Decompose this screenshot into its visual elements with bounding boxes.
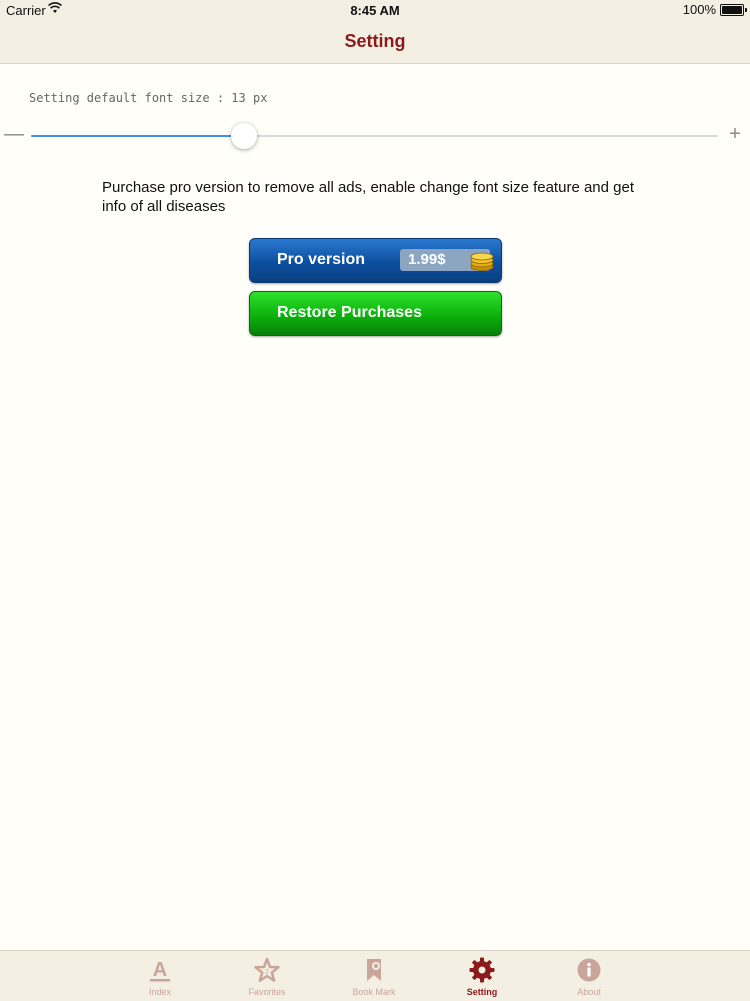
price-badge: 1.99$ (400, 249, 494, 271)
increase-icon[interactable]: + (725, 124, 745, 144)
font-size-slider[interactable]: — + (0, 118, 750, 154)
restore-purchases-label: Restore Purchases (277, 304, 422, 321)
clock-label: 8:45 AM (350, 3, 400, 18)
slider-track[interactable] (31, 123, 718, 149)
tab-favorites-label: Favorites (248, 987, 286, 997)
slider-thumb[interactable] (231, 123, 257, 149)
tab-index[interactable]: A Index (120, 951, 200, 1001)
restore-purchases-button[interactable]: Restore Purchases (249, 291, 502, 336)
bookmark-icon (361, 957, 387, 983)
battery-status: 100% (682, 2, 747, 17)
tab-favorites[interactable]: 2 Favorites (227, 951, 307, 1001)
star-icon: 2 (254, 957, 280, 983)
tab-setting-label: Setting (466, 987, 498, 997)
font-size-label: Setting default font size : 13 px (29, 91, 268, 105)
info-icon (576, 957, 602, 983)
tab-about-label: About (577, 987, 601, 997)
slider-fill (31, 135, 244, 137)
tab-about[interactable]: About (549, 951, 629, 1001)
pro-version-label: Pro version (277, 251, 366, 268)
decrease-icon[interactable]: — (4, 124, 24, 144)
coins-icon (470, 251, 494, 271)
svg-text:2: 2 (265, 969, 269, 976)
status-bar: Carrier 8:45 AM 100% (0, 0, 750, 20)
tab-index-label: Index (148, 987, 172, 997)
navigation-bar: Carrier 8:45 AM 100% Setting (0, 0, 750, 64)
tab-bookmark[interactable]: Book Mark (334, 951, 414, 1001)
letter-a-icon: A (147, 957, 173, 983)
svg-text:A: A (153, 959, 167, 981)
pro-version-button[interactable]: Pro version 1.99$ (249, 238, 502, 283)
battery-percent: 100% (682, 2, 716, 17)
page-title: Setting (344, 31, 406, 51)
gear-icon (469, 957, 495, 983)
price-label: 1.99$ (408, 251, 446, 268)
tab-setting[interactable]: Setting (442, 951, 522, 1001)
promo-text: Purchase pro version to remove all ads, … (102, 179, 634, 215)
tab-bar: A Index 2 Favorites Book Mark Setting Ab… (0, 950, 750, 1001)
battery-icon (720, 3, 747, 16)
tab-bookmark-label: Book Mark (352, 987, 396, 997)
